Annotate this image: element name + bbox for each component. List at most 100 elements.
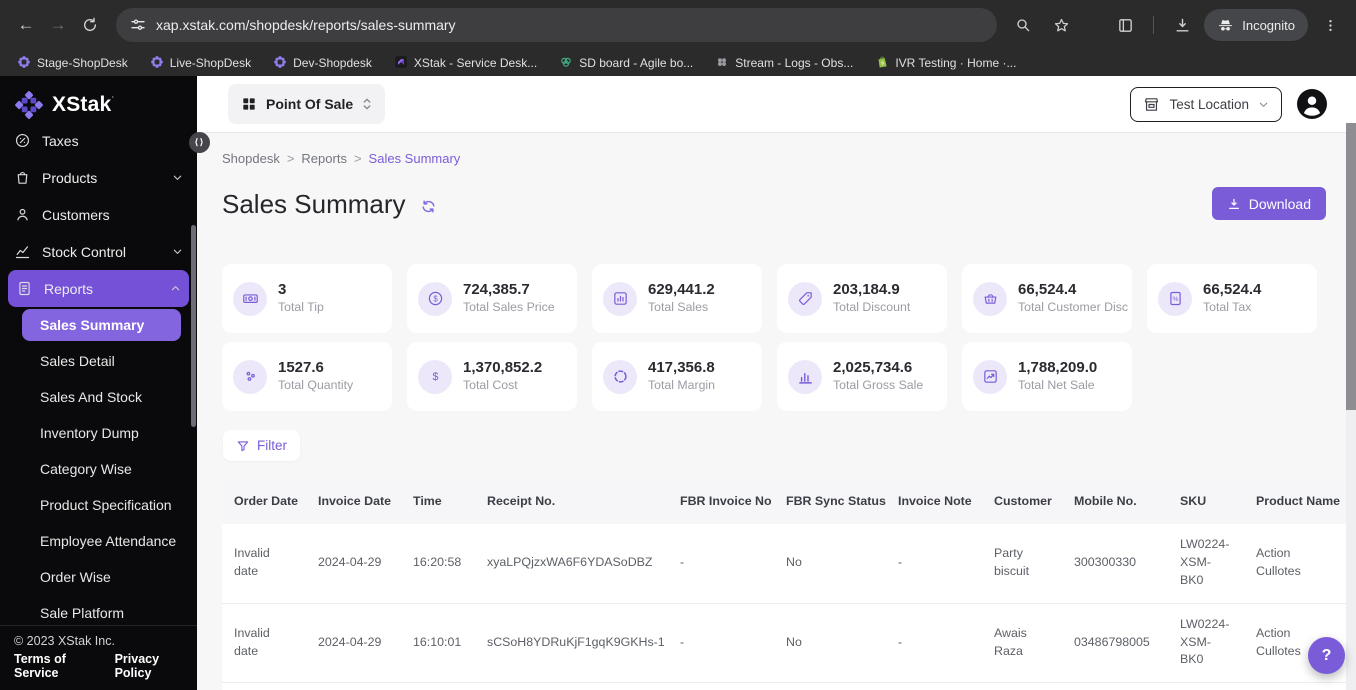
sidebar-item-reports[interactable]: Reports (8, 270, 189, 307)
chevron-down-icon (172, 246, 183, 257)
sidebar-subitem-sales-summary[interactable]: Sales Summary (22, 309, 181, 341)
extensions-icon[interactable] (1109, 9, 1141, 41)
column-header[interactable]: FBR Invoice No (668, 478, 774, 524)
column-header[interactable]: SKU (1168, 478, 1244, 524)
breadcrumb-item[interactable]: Shopdesk (222, 151, 280, 166)
sidebar-scrollbar[interactable] (191, 225, 196, 427)
back-icon[interactable]: ← (10, 9, 42, 41)
sidebar-subitem-category-wise[interactable]: Category Wise (0, 451, 197, 487)
table-cell: LW0224-XSM-BK0 (1168, 602, 1244, 682)
incognito-badge[interactable]: Incognito (1204, 9, 1308, 41)
card-text: 1,370,852.2 Total Cost (463, 359, 542, 393)
brand-name: XStakʾ (52, 93, 115, 116)
table-cell: 300300330 (1062, 524, 1168, 603)
download-button[interactable]: Download (1211, 187, 1326, 220)
card-label: Total Tax (1203, 300, 1252, 315)
xstak-logo[interactable]: XStakʾ (0, 76, 197, 134)
search-icon[interactable] (1007, 9, 1039, 41)
flower-purple-icon (150, 55, 164, 72)
column-header[interactable]: Product Name (1244, 478, 1346, 524)
card-label: Total Sales Price (463, 300, 555, 315)
sidebar-subitem-product-specification[interactable]: Product Specification (0, 487, 197, 523)
column-header[interactable]: Mobile No. (1062, 478, 1168, 524)
sidebar-item-stock-control[interactable]: Stock Control (0, 233, 197, 270)
page-title: Sales Summary (222, 189, 406, 219)
sidebar-item-taxes[interactable]: Taxes (0, 134, 197, 159)
point-of-sale-switcher[interactable]: Point Of Sale (228, 84, 386, 124)
column-header[interactable]: FBR Sync Status (774, 478, 886, 524)
table-cell: 03486798005 (1062, 602, 1168, 682)
bookmark-item[interactable]: Stream - Logs - Obs... (706, 53, 862, 74)
pos-label: Point Of Sale (266, 96, 354, 112)
bookmark-item[interactable]: Dev-Shopdesk (264, 53, 381, 74)
terms-link[interactable]: Terms of Service (14, 652, 95, 680)
sidebar-nav: Taxes Products Customers Stock Control Repor… (0, 134, 197, 625)
breadcrumb-item[interactable]: Reports (301, 151, 347, 166)
filter-funnel-icon (236, 439, 250, 453)
svg-text:$: $ (433, 294, 438, 303)
table-row[interactable] (222, 681, 1346, 690)
forward-icon[interactable]: → (42, 9, 74, 41)
bookmark-item[interactable]: Live-ShopDesk (141, 53, 260, 74)
breadcrumb: Shopdesk > Reports > Sales Summary (222, 151, 460, 166)
page-scrollbar-thumb[interactable] (1346, 123, 1356, 410)
shopify-bag-icon: S (875, 55, 889, 72)
bookmark-label: IVR Testing · Home ·... (895, 56, 1017, 70)
banknote-icon (233, 281, 267, 316)
column-header[interactable]: Invoice Note (886, 478, 982, 524)
sidebar-subitem-employee-attendance[interactable]: Employee Attendance (0, 523, 197, 559)
url-text[interactable]: xap.xstak.com/shopdesk/reports/sales-sum… (156, 17, 456, 33)
reload-icon[interactable] (74, 9, 106, 41)
table-row[interactable]: Invalid date 2024-04-29 16:20:58 xyaLPQjzxW… (222, 524, 1346, 603)
table-cell (401, 681, 475, 690)
chartline-icon (14, 243, 31, 260)
bookmark-item[interactable]: XStak - Service Desk... (385, 53, 546, 74)
table-cell: LW0224-XSM-BK0 (1168, 524, 1244, 603)
sidebar-subitem-label: Product Specification (40, 497, 172, 513)
sidebar-item-label: Stock Control (42, 243, 127, 260)
sidebar-collapse-icon[interactable]: ⟨⟩ (189, 132, 210, 153)
refresh-icon[interactable] (421, 199, 436, 214)
column-header[interactable]: Customer (982, 478, 1062, 524)
url-bar[interactable]: xap.xstak.com/shopdesk/reports/sales-sum… (116, 8, 998, 42)
location-selector[interactable]: Test Location (1130, 86, 1282, 122)
screen: ← → xap.xstak.com/shopdesk/reports/sales… (0, 0, 1356, 690)
browser-menu-icon[interactable] (1314, 9, 1346, 41)
bag-icon (14, 169, 31, 186)
summary-card-total-net-sale: 1,788,209.0 Total Net Sale (962, 342, 1132, 411)
column-header[interactable]: Invoice Date (306, 478, 401, 524)
sidebar-subitem-order-wise[interactable]: Order Wise (0, 559, 197, 595)
sidebar-subitem-sales-detail[interactable]: Sales Detail (0, 343, 197, 379)
column-header[interactable]: Time (401, 478, 475, 524)
sidebar-subitem-sales-and-stock[interactable]: Sales And Stock (0, 379, 197, 415)
download-label: Download (1248, 195, 1311, 212)
privacy-link[interactable]: Privacy Policy (115, 652, 183, 680)
sidebar-subitem-label: Category Wise (40, 461, 132, 477)
summary-card-total-sales: 629,441.2 Total Sales (592, 264, 762, 333)
help-button[interactable]: ? (1308, 637, 1345, 674)
filter-button[interactable]: Filter (223, 430, 300, 461)
sidebar-item-customers[interactable]: Customers (0, 196, 197, 233)
sidebar-subitem-label: Inventory Dump (40, 425, 139, 441)
percent-icon (14, 134, 31, 149)
sidebar-subitem-label: Sale Platform (40, 605, 125, 621)
column-header[interactable]: Order Date (222, 478, 306, 524)
card-text: 3 Total Tip (278, 281, 324, 315)
sidebar-subitem-sale-platform[interactable]: Sale Platform (0, 595, 197, 625)
card-value: 66,524.4 (1018, 281, 1077, 299)
table-cell: - (886, 524, 982, 603)
sidebar-item-products[interactable]: Products (0, 159, 197, 196)
card-value: 724,385.7 (463, 281, 530, 299)
table-row[interactable]: Invalid date 2024-04-29 16:10:01 sCSoH8YDRu… (222, 602, 1346, 682)
sidebar-subitem-inventory-dump[interactable]: Inventory Dump (0, 415, 197, 451)
downloads-icon[interactable] (1166, 9, 1198, 41)
bookmark-item[interactable]: Stage-ShopDesk (8, 53, 137, 74)
user-avatar[interactable] (1297, 89, 1327, 119)
svg-text:$: $ (432, 371, 438, 383)
bookmark-star-icon[interactable] (1045, 9, 1077, 41)
column-header[interactable]: Receipt No. (475, 478, 668, 524)
site-settings-icon[interactable] (130, 17, 146, 33)
bookmark-item[interactable]: SD board - Agile bo... (550, 53, 702, 74)
bookmark-item[interactable]: S IVR Testing · Home ·... (866, 53, 1025, 74)
table-cell (1244, 681, 1346, 690)
